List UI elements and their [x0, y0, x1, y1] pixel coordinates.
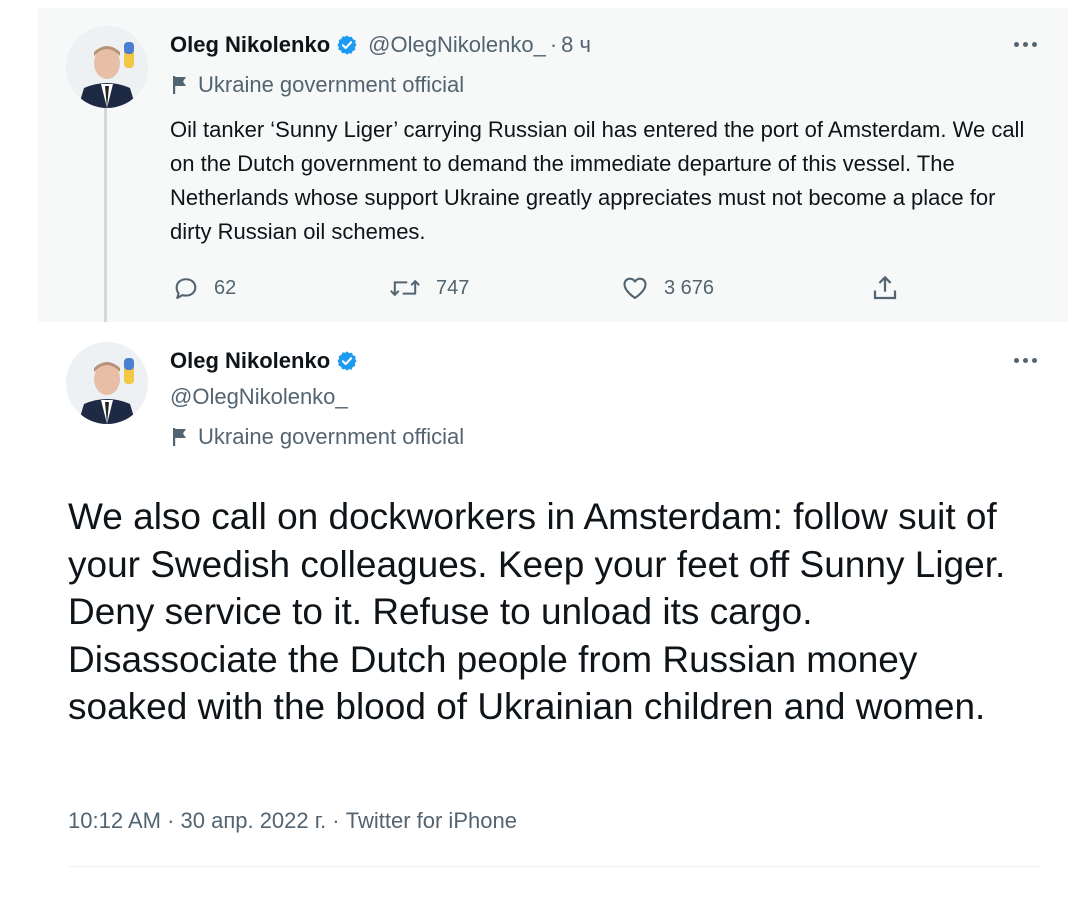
like-button[interactable]: 3 676 — [620, 270, 714, 306]
author-name[interactable]: Oleg Nikolenko — [170, 32, 330, 58]
government-label: Ukraine government official — [172, 72, 464, 98]
divider — [68, 866, 1042, 867]
tweet-time[interactable]: 8 ч — [561, 32, 591, 58]
flag-icon — [173, 76, 186, 94]
author-handle[interactable]: @OlegNikolenko_ — [170, 384, 348, 410]
more-icon[interactable] — [1008, 350, 1042, 370]
reply-button[interactable]: 62 — [172, 270, 236, 306]
frame-right — [1068, 0, 1080, 899]
like-icon — [623, 277, 647, 299]
share-button[interactable] — [870, 270, 914, 306]
retweet-count: 747 — [436, 276, 470, 299]
author-handle[interactable]: @OlegNikolenko_ — [368, 32, 546, 58]
frame-top — [0, 0, 1080, 8]
retweet-button[interactable]: 747 — [388, 270, 469, 306]
government-label: Ukraine government official — [172, 424, 464, 450]
thread-line — [104, 108, 107, 336]
avatar[interactable] — [66, 342, 148, 424]
frame-left — [0, 0, 38, 899]
government-label-text: Ukraine government official — [198, 424, 465, 449]
tweet1-text: Oil tanker ‘Sunny Liger’ carrying Russia… — [170, 117, 1025, 244]
separator: · — [549, 32, 558, 57]
flag-icon — [173, 428, 186, 446]
avatar[interactable] — [66, 26, 148, 108]
more-icon[interactable] — [1008, 34, 1042, 54]
reply-count: 62 — [214, 276, 237, 299]
verified-badge-icon — [336, 34, 358, 56]
government-label-text: Ukraine government official — [198, 72, 465, 97]
tweet1-header: Oleg Nikolenko @OlegNikolenko_ · 8 ч — [170, 32, 591, 58]
tweet2-header: Oleg Nikolenko — [170, 348, 358, 374]
like-count: 3 676 — [664, 276, 715, 299]
tweet-meta[interactable]: 10:12 AM · 30 апр. 2022 г. · Twitter for… — [68, 808, 517, 834]
tweet2-handle-row: @OlegNikolenko_ — [170, 384, 348, 410]
share-icon — [873, 275, 897, 300]
author-name[interactable]: Oleg Nikolenko — [170, 348, 330, 374]
verified-badge-icon — [336, 350, 358, 372]
retweet-icon — [390, 279, 420, 297]
reply-icon — [175, 278, 197, 299]
tweet2-text: We also call on dockworkers in Amsterdam… — [68, 496, 1006, 727]
